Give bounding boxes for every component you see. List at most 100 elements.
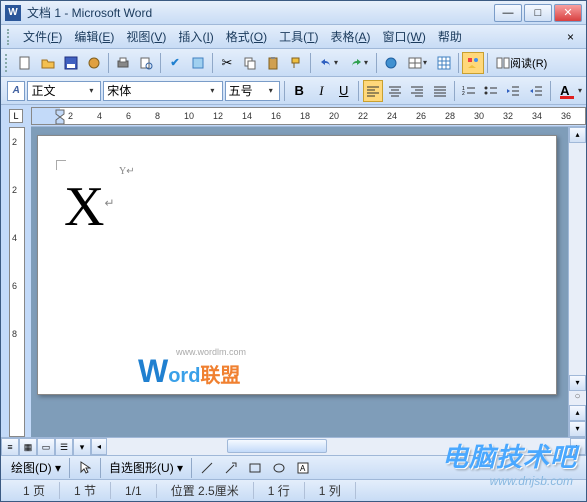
font-color-button[interactable]: A <box>555 80 575 102</box>
increase-indent-button[interactable] <box>526 80 546 102</box>
status-position: 位置 2.5厘米 <box>157 482 254 499</box>
menu-window[interactable]: 窗口(W) <box>377 25 432 48</box>
svg-text:2: 2 <box>462 91 465 97</box>
minimize-button[interactable]: — <box>494 4 522 22</box>
cut-icon[interactable]: ✂ <box>216 52 238 74</box>
font-combo[interactable]: ▾ <box>103 81 222 101</box>
reading-layout-button[interactable]: 阅读(R) <box>491 52 552 74</box>
arrow-icon[interactable] <box>220 457 242 479</box>
redo-icon[interactable]: ▾ <box>344 52 373 74</box>
wordlm-watermark: www.wordlm.com Word联盟 <box>138 347 246 390</box>
font-dropdown-icon[interactable]: ▾ <box>206 86 218 95</box>
tables-borders-icon[interactable]: ▾ <box>403 52 432 74</box>
styles-pane-icon[interactable]: A <box>7 81 25 101</box>
font-size-input[interactable] <box>229 84 266 98</box>
prev-page-icon[interactable]: ▴ <box>569 405 586 421</box>
menu-help[interactable]: 帮助 <box>432 25 468 48</box>
style-combo[interactable]: ▾ <box>27 81 101 101</box>
vscroll-track[interactable] <box>569 143 586 375</box>
decrease-indent-button[interactable] <box>503 80 523 102</box>
horizontal-ruler[interactable]: 24681012141618202224262830323436 <box>31 107 586 125</box>
statusbar: 1 页 1 节 1/1 位置 2.5厘米 1 行 1 列 <box>1 479 586 501</box>
font-input[interactable] <box>107 84 206 98</box>
ruler-tick: 24 <box>387 111 397 121</box>
menu-insert[interactable]: 插入(I) <box>172 25 219 48</box>
align-left-button[interactable] <box>363 80 383 102</box>
document-page[interactable]: Y↵ X↵ www.wordlm.com Word联盟 <box>37 135 557 395</box>
font-size-combo[interactable]: ▾ <box>225 81 281 101</box>
reading-view-icon[interactable]: ▾ <box>73 438 91 456</box>
copy-icon[interactable] <box>239 52 261 74</box>
spellcheck-icon[interactable]: ✔ <box>164 52 186 74</box>
line-icon[interactable] <box>196 457 218 479</box>
paste-icon[interactable] <box>262 52 284 74</box>
format-painter-icon[interactable] <box>285 52 307 74</box>
autoshapes-menu[interactable]: 自选图形(U) ▾ <box>105 457 187 478</box>
open-icon[interactable] <box>37 52 59 74</box>
insert-table-icon[interactable] <box>433 52 455 74</box>
next-page-icon[interactable]: ▾ <box>569 421 586 437</box>
close-button[interactable]: ✕ <box>554 4 582 22</box>
italic-button[interactable]: I <box>311 80 331 102</box>
vertical-ruler[interactable]: 22468 <box>1 127 31 437</box>
print-view-icon[interactable]: ▭ <box>37 438 55 456</box>
browse-object-icon[interactable]: ○ <box>569 391 586 405</box>
font-color-dropdown-icon[interactable]: ▾ <box>578 86 582 95</box>
new-doc-icon[interactable] <box>14 52 36 74</box>
menubar-close-icon[interactable]: × <box>561 28 580 46</box>
select-objects-icon[interactable] <box>74 457 96 479</box>
rectangle-icon[interactable] <box>244 457 266 479</box>
outline-view-icon[interactable]: ☰ <box>55 438 73 456</box>
menubar-grip[interactable] <box>7 29 13 45</box>
menu-view[interactable]: 视图(V) <box>120 25 172 48</box>
print-preview-icon[interactable] <box>135 52 157 74</box>
toolbar-grip[interactable] <box>5 54 11 72</box>
tab-selector[interactable]: L <box>1 105 31 127</box>
oval-icon[interactable] <box>268 457 290 479</box>
textbox-icon[interactable]: A <box>292 457 314 479</box>
align-center-button[interactable] <box>385 80 405 102</box>
menu-tools[interactable]: 工具(T) <box>273 25 324 48</box>
vertical-scrollbar[interactable]: ▴ ▾ ○ ▴ ▾ <box>568 127 586 437</box>
menu-format[interactable]: 格式(O) <box>220 25 273 48</box>
undo-icon[interactable]: ▾ <box>314 52 343 74</box>
document-viewport[interactable]: Y↵ X↵ www.wordlm.com Word联盟 <box>31 127 568 437</box>
align-justify-button[interactable] <box>430 80 450 102</box>
ruler-tick: 16 <box>271 111 281 121</box>
titlebar: W 文档 1 - Microsoft Word — □ ✕ <box>1 1 586 25</box>
numbering-button[interactable]: 12 <box>459 80 479 102</box>
align-right-button[interactable] <box>407 80 427 102</box>
scroll-down-icon[interactable]: ▾ <box>569 375 586 391</box>
ruler-tick: 14 <box>242 111 252 121</box>
word-app-icon: W <box>5 5 21 21</box>
permissions-icon[interactable] <box>83 52 105 74</box>
menu-file[interactable]: 文件(F) <box>17 25 68 48</box>
style-input[interactable] <box>31 84 85 98</box>
draw-menu[interactable]: 绘图(D) ▾ <box>7 457 65 478</box>
document-text[interactable]: Y↵ X↵ <box>64 166 530 235</box>
ruler-tick: 36 <box>561 111 571 121</box>
bold-button[interactable]: B <box>289 80 309 102</box>
hscroll-thumb[interactable] <box>227 439 327 453</box>
bullets-button[interactable] <box>481 80 501 102</box>
menu-edit[interactable]: 编辑(E) <box>68 25 120 48</box>
size-dropdown-icon[interactable]: ▾ <box>265 86 276 95</box>
web-view-icon[interactable]: ▦ <box>19 438 37 456</box>
research-icon[interactable] <box>187 52 209 74</box>
scroll-left-icon[interactable]: ◂ <box>91 438 107 455</box>
underline-button[interactable]: U <box>334 80 354 102</box>
hyperlink-icon[interactable] <box>380 52 402 74</box>
scroll-up-icon[interactable]: ▴ <box>569 127 586 143</box>
horizontal-scrollbar[interactable]: ◂ ▸ <box>91 438 586 455</box>
hscroll-track[interactable] <box>107 438 570 455</box>
save-icon[interactable] <box>60 52 82 74</box>
print-icon[interactable] <box>112 52 134 74</box>
ruler-tick: 28 <box>445 111 455 121</box>
scroll-right-icon[interactable]: ▸ <box>570 438 586 455</box>
normal-view-icon[interactable]: ≡ <box>1 438 19 456</box>
style-dropdown-icon[interactable]: ▾ <box>86 86 98 95</box>
menu-table[interactable]: 表格(A) <box>325 25 377 48</box>
maximize-button[interactable]: □ <box>524 4 552 22</box>
drawing-toolbar-icon[interactable] <box>462 52 484 74</box>
standard-toolbar: ✔ ✂ ▾ ▾ ▾ 阅读(R) <box>1 49 586 77</box>
